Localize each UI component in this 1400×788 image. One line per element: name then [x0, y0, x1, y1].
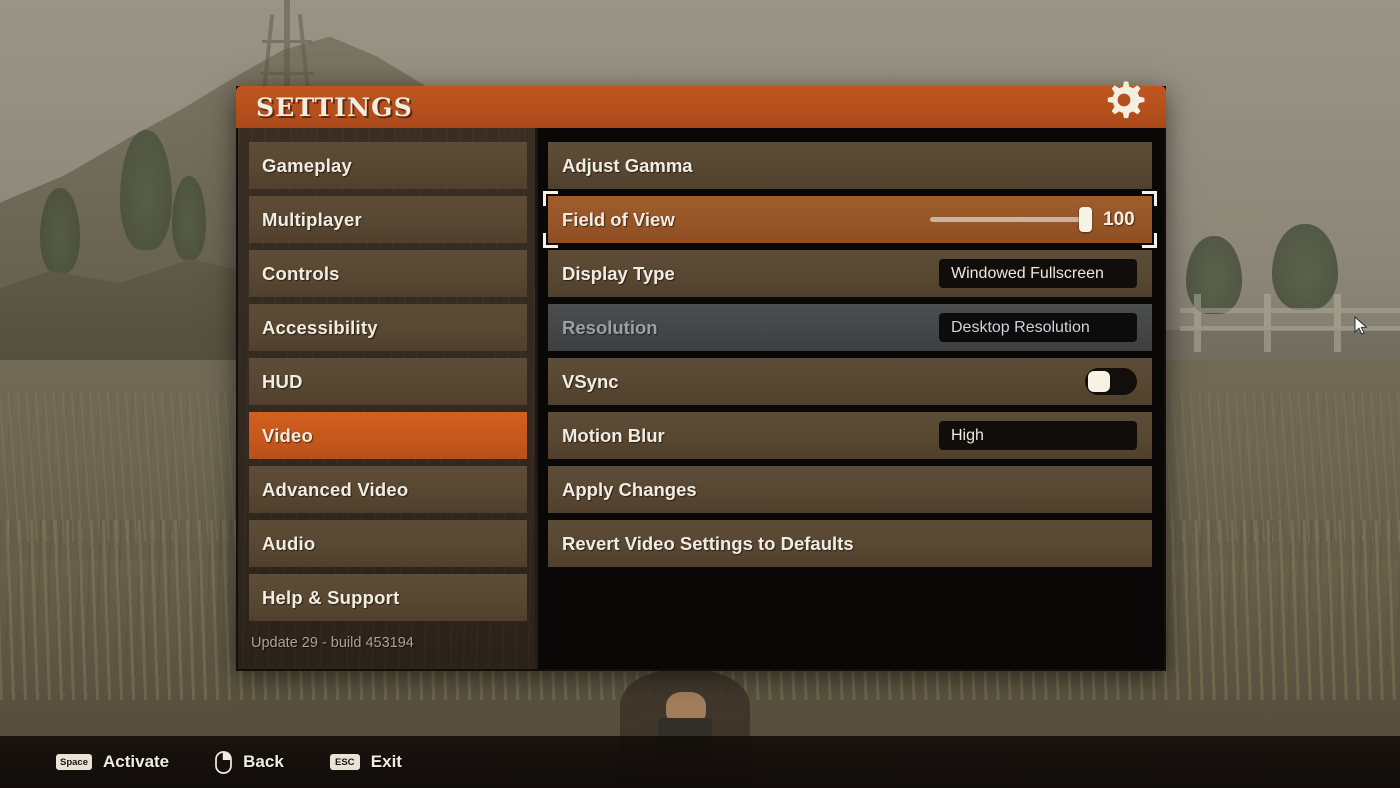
selection-bracket-bottom-left: [543, 233, 558, 248]
setting-row-adjust-gamma[interactable]: Adjust Gamma: [548, 142, 1152, 189]
sidebar-item-label: Video: [262, 424, 314, 446]
setting-label: Field of View: [562, 208, 675, 230]
tree: [172, 176, 206, 260]
sidebar-item-controls[interactable]: Controls: [249, 250, 527, 297]
selection-bracket-bottom-right: [1142, 233, 1157, 248]
tree: [1272, 224, 1338, 310]
sidebar-item-label: Advanced Video: [262, 478, 409, 500]
hint-label: Back: [243, 752, 284, 771]
sidebar-item-label: Multiplayer: [262, 208, 362, 230]
vsync-toggle[interactable]: [1085, 368, 1137, 395]
sidebar-item-accessibility[interactable]: Accessibility: [249, 304, 527, 351]
settings-sidebar: Gameplay Multiplayer Controls Accessibil…: [238, 128, 538, 669]
hint-activate[interactable]: Space Activate: [56, 752, 169, 772]
selection-bracket-top-right: [1142, 191, 1157, 206]
sidebar-item-gameplay[interactable]: Gameplay: [249, 142, 527, 189]
setting-row-field-of-view[interactable]: Field of View 100: [543, 191, 1157, 248]
settings-body: Gameplay Multiplayer Controls Accessibil…: [236, 128, 1166, 671]
sidebar-item-label: HUD: [262, 370, 303, 392]
settings-window: SETTINGS Gameplay Multiplayer Controls A…: [236, 81, 1368, 671]
slider-value: 100: [1103, 208, 1135, 230]
setting-row-display-type[interactable]: Display Type Windowed Fullscreen: [548, 250, 1152, 297]
setting-row-vsync[interactable]: VSync: [548, 358, 1152, 405]
sidebar-item-label: Controls: [262, 262, 340, 284]
setting-row-revert-defaults[interactable]: Revert Video Settings to Defaults: [548, 520, 1152, 567]
hint-label: Activate: [103, 752, 170, 771]
space-key-badge: Space: [56, 754, 92, 770]
sidebar-item-label: Gameplay: [262, 154, 353, 176]
setting-label: Revert Video Settings to Defaults: [562, 532, 854, 554]
page-title: SETTINGS: [256, 92, 413, 122]
setting-label: VSync: [562, 370, 619, 392]
setting-label: Display Type: [562, 262, 675, 284]
setting-row-apply-changes[interactable]: Apply Changes: [548, 466, 1152, 513]
setting-row-resolution: Resolution Desktop Resolution: [548, 304, 1152, 351]
hint-exit[interactable]: ESC Exit: [329, 752, 402, 772]
setting-row-motion-blur[interactable]: Motion Blur High: [548, 412, 1152, 459]
sidebar-item-audio[interactable]: Audio: [249, 520, 527, 567]
sidebar-item-label: Accessibility: [262, 316, 378, 338]
motion-blur-dropdown[interactable]: High: [939, 421, 1137, 450]
toggle-knob: [1088, 371, 1110, 392]
display-type-dropdown[interactable]: Windowed Fullscreen: [939, 259, 1137, 288]
sidebar-item-video[interactable]: Video: [249, 412, 527, 459]
settings-content-panel: Adjust Gamma Field of View 100 Display T…: [538, 128, 1164, 669]
setting-label: Resolution: [562, 316, 658, 338]
hint-label: Exit: [370, 752, 402, 771]
setting-label: Apply Changes: [562, 478, 697, 500]
build-version-text: Update 29 - build 453194: [251, 635, 414, 651]
hint-back[interactable]: Back: [215, 750, 284, 774]
slider-track[interactable]: [930, 207, 1092, 232]
bottom-hint-bar: Space Activate Back ESC Exit: [0, 736, 1400, 788]
sidebar-item-help-support[interactable]: Help & Support: [249, 574, 527, 621]
wooden-fence: [1180, 294, 1400, 352]
setting-label: Adjust Gamma: [562, 154, 693, 176]
field-of-view-slider[interactable]: 100: [930, 207, 1137, 232]
sidebar-item-hud[interactable]: HUD: [249, 358, 527, 405]
setting-label: Motion Blur: [562, 424, 665, 446]
sidebar-item-label: Help & Support: [262, 586, 400, 608]
resolution-dropdown: Desktop Resolution: [939, 313, 1137, 342]
tree: [40, 188, 80, 274]
sidebar-item-label: Audio: [262, 532, 316, 554]
selection-bracket-top-left: [543, 191, 558, 206]
slider-handle[interactable]: [1079, 207, 1092, 232]
sidebar-item-multiplayer[interactable]: Multiplayer: [249, 196, 527, 243]
gear-icon: [1098, 74, 1150, 126]
mouse-right-button-icon: [215, 750, 232, 774]
settings-title-bar: SETTINGS: [236, 81, 1166, 128]
sidebar-item-advanced-video[interactable]: Advanced Video: [249, 466, 527, 513]
esc-key-badge: ESC: [329, 754, 360, 770]
